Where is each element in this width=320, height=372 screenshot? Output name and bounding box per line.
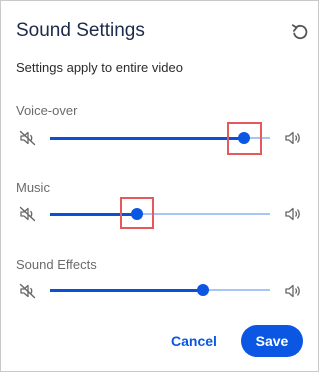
dialog-title: Sound Settings [16, 20, 145, 41]
speaker-volume-icon[interactable] [284, 283, 302, 299]
voice-over-slider-fill [50, 136, 244, 140]
voice-over-label: Voice-over [16, 103, 78, 118]
music-label: Music [16, 180, 50, 195]
cancel-button[interactable]: Cancel [161, 327, 227, 355]
dialog-subtitle: Settings apply to entire video [16, 60, 183, 75]
save-button[interactable]: Save [241, 325, 303, 357]
music-slider[interactable] [50, 208, 270, 220]
sound-settings-dialog: Sound Settings Settings apply to entire … [0, 0, 319, 372]
speaker-muted-icon[interactable] [19, 206, 37, 222]
sound-effects-slider-thumb[interactable] [196, 284, 209, 296]
voice-over-highlight-box [227, 122, 262, 155]
undo-icon[interactable] [290, 22, 310, 42]
speaker-muted-icon[interactable] [19, 283, 37, 299]
sound-effects-slider[interactable] [50, 284, 270, 296]
sound-effects-slider-fill [50, 288, 203, 292]
speaker-volume-icon[interactable] [284, 206, 302, 222]
sound-effects-label: Sound Effects [16, 257, 97, 272]
speaker-muted-icon[interactable] [19, 130, 37, 146]
music-highlight-box [120, 197, 154, 229]
speaker-volume-icon[interactable] [284, 130, 302, 146]
